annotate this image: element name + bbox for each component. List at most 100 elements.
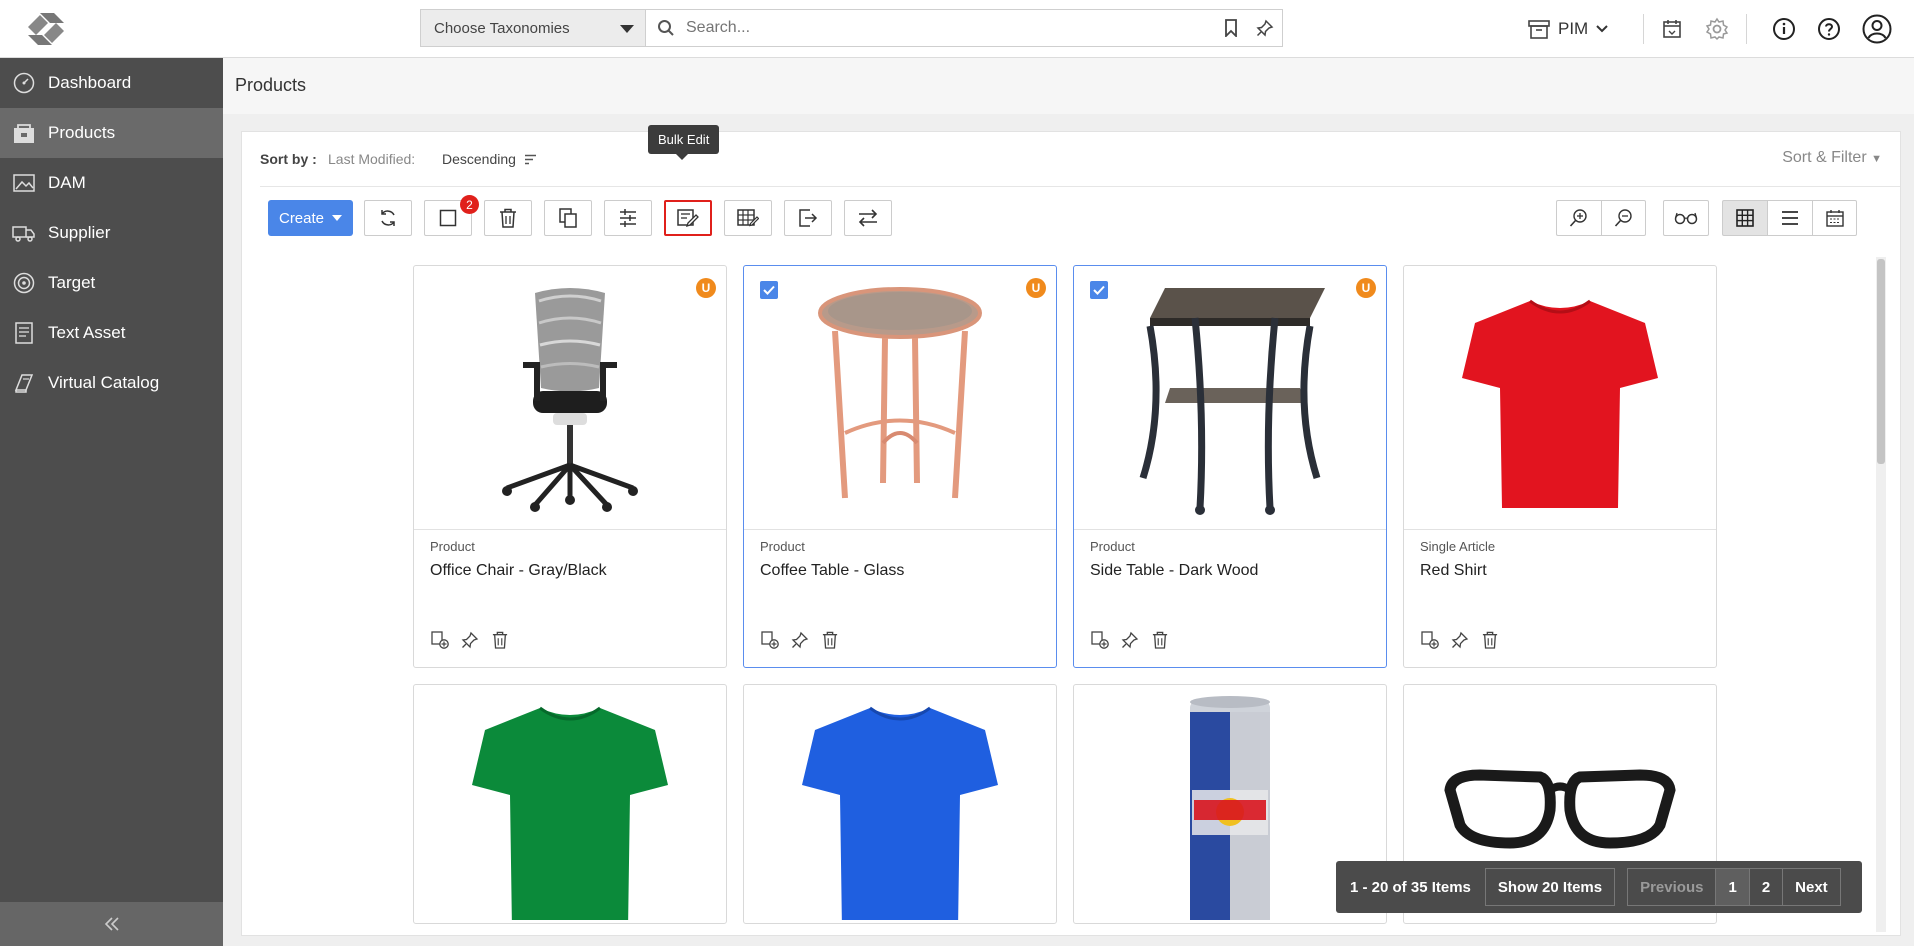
product-card[interactable]: U Product Coffee Table - Glass: [743, 265, 1057, 668]
sort-bar: Sort by : Last Modified: Descending Sort…: [260, 132, 1900, 187]
add-to-catalog-icon[interactable]: [1420, 630, 1440, 650]
product-card[interactable]: Single Article Red Shirt: [1403, 265, 1717, 668]
pin-icon[interactable]: [1120, 630, 1140, 650]
sidebar-item-products[interactable]: Products: [0, 108, 223, 158]
transfer-button[interactable]: [844, 200, 892, 236]
selection-checkbox[interactable]: [760, 281, 778, 299]
trash-icon[interactable]: [1150, 630, 1170, 650]
product-name[interactable]: Red Shirt: [1420, 562, 1487, 580]
previous-page-button[interactable]: Previous: [1628, 869, 1715, 905]
status-badge: U: [1356, 278, 1376, 298]
bulk-edit-tooltip: Bulk Edit: [648, 125, 720, 160]
green-shirt-image: [472, 706, 668, 920]
copy-button[interactable]: [544, 200, 592, 236]
calendar-view-button[interactable]: [1812, 200, 1857, 236]
export-button[interactable]: [784, 200, 832, 236]
sidebar-item-label: Virtual Catalog: [48, 373, 160, 392]
pin-icon[interactable]: [460, 630, 480, 650]
sort-filter-toggle[interactable]: Sort & Filter ▼: [1782, 149, 1882, 167]
product-card[interactable]: [413, 684, 727, 924]
create-button[interactable]: Create: [268, 200, 353, 236]
product-image: [744, 685, 1056, 923]
refresh-button[interactable]: [364, 200, 412, 236]
calendar-download-icon[interactable]: [1655, 12, 1689, 46]
target-icon: [12, 271, 36, 295]
glasses-icon: [1674, 212, 1698, 225]
product-card[interactable]: [743, 684, 1057, 924]
product-name[interactable]: Side Table - Dark Wood: [1090, 562, 1258, 580]
export-icon: [799, 209, 818, 227]
status-badge: U: [1026, 278, 1046, 298]
sidebar-item-dashboard[interactable]: Dashboard: [0, 58, 223, 108]
top-bar: Choose Taxonomies PIM: [0, 0, 1914, 58]
product-card[interactable]: U Product Office Chair - Gray/Black: [413, 265, 727, 668]
add-to-catalog-icon[interactable]: [1090, 630, 1110, 650]
page-button-2[interactable]: 2: [1748, 869, 1782, 905]
dam-icon: [12, 171, 36, 195]
card-actions: [760, 630, 840, 650]
caret-down-icon: ▼: [1871, 153, 1882, 165]
trash-icon[interactable]: [490, 630, 510, 650]
page-size-select[interactable]: Show 20 Items: [1484, 868, 1616, 906]
trash-icon[interactable]: [1480, 630, 1500, 650]
selection-checkbox[interactable]: [1090, 281, 1108, 299]
sidebar-item-label: Text Asset: [48, 323, 126, 342]
preview-button[interactable]: [1663, 200, 1709, 236]
grid-edit-icon: [737, 209, 759, 227]
side-table-image: [1139, 287, 1325, 515]
zoom-in-button[interactable]: [1556, 200, 1601, 236]
checkmark-icon: [763, 285, 775, 295]
add-to-catalog-icon[interactable]: [760, 630, 780, 650]
product-name[interactable]: Coffee Table - Glass: [760, 562, 904, 580]
bookmark-icon[interactable]: [1214, 19, 1248, 37]
sort-descending-icon[interactable]: [524, 154, 537, 165]
help-icon[interactable]: [1812, 12, 1846, 46]
app-logo[interactable]: [20, 9, 72, 49]
products-icon: [12, 121, 36, 145]
module-switcher[interactable]: PIM: [1528, 12, 1608, 46]
pin-icon[interactable]: [1248, 19, 1282, 37]
add-to-catalog-icon[interactable]: [430, 630, 450, 650]
list-view-button[interactable]: [1767, 200, 1812, 236]
sidebar-item-target[interactable]: Target: [0, 258, 223, 308]
page-header: Products: [223, 58, 1914, 114]
page-button-1[interactable]: 1: [1715, 869, 1749, 905]
sort-field[interactable]: Last Modified:: [328, 151, 415, 167]
sidebar-item-text-asset[interactable]: Text Asset: [0, 308, 223, 358]
checkmark-icon: [1093, 285, 1105, 295]
product-type: Product: [760, 539, 805, 554]
gear-icon[interactable]: [1700, 12, 1734, 46]
module-label: PIM: [1558, 19, 1589, 38]
sidebar-item-dam[interactable]: DAM: [0, 158, 223, 208]
sidebar-collapse-button[interactable]: [0, 902, 223, 946]
trash-icon[interactable]: [820, 630, 840, 650]
product-image: [414, 266, 726, 530]
select-toggle-button[interactable]: 2: [424, 195, 479, 236]
info-icon[interactable]: [1767, 12, 1801, 46]
zoom-out-button[interactable]: [1601, 200, 1646, 236]
sidebar-item-virtual-catalog[interactable]: Virtual Catalog: [0, 358, 223, 408]
bulk-edit-button[interactable]: [664, 200, 712, 236]
grid-view-button[interactable]: [1722, 200, 1767, 236]
pin-icon[interactable]: [790, 630, 810, 650]
grid-view-icon: [1736, 209, 1754, 227]
product-type: Product: [1090, 539, 1135, 554]
delete-button[interactable]: [484, 200, 532, 236]
trash-icon: [500, 208, 516, 228]
user-avatar-icon[interactable]: [1860, 12, 1894, 46]
products-panel: Sort by : Last Modified: Descending Sort…: [241, 125, 1901, 936]
next-page-button[interactable]: Next: [1782, 869, 1840, 905]
product-image: [414, 685, 726, 923]
sort-direction[interactable]: Descending: [442, 151, 516, 167]
card-actions: [430, 630, 510, 650]
sidebar-item-supplier[interactable]: Supplier: [0, 208, 223, 258]
product-name[interactable]: Office Chair - Gray/Black: [430, 562, 607, 580]
search-input[interactable]: [686, 19, 1214, 37]
product-card[interactable]: U Product Side Table - Dark Wood: [1073, 265, 1387, 668]
pin-icon[interactable]: [1450, 630, 1470, 650]
compare-button[interactable]: [604, 200, 652, 236]
swap-arrows-icon: [858, 209, 878, 227]
table-edit-button[interactable]: [724, 200, 772, 236]
scrollbar-thumb[interactable]: [1877, 259, 1885, 464]
taxonomy-select[interactable]: Choose Taxonomies: [420, 9, 646, 47]
